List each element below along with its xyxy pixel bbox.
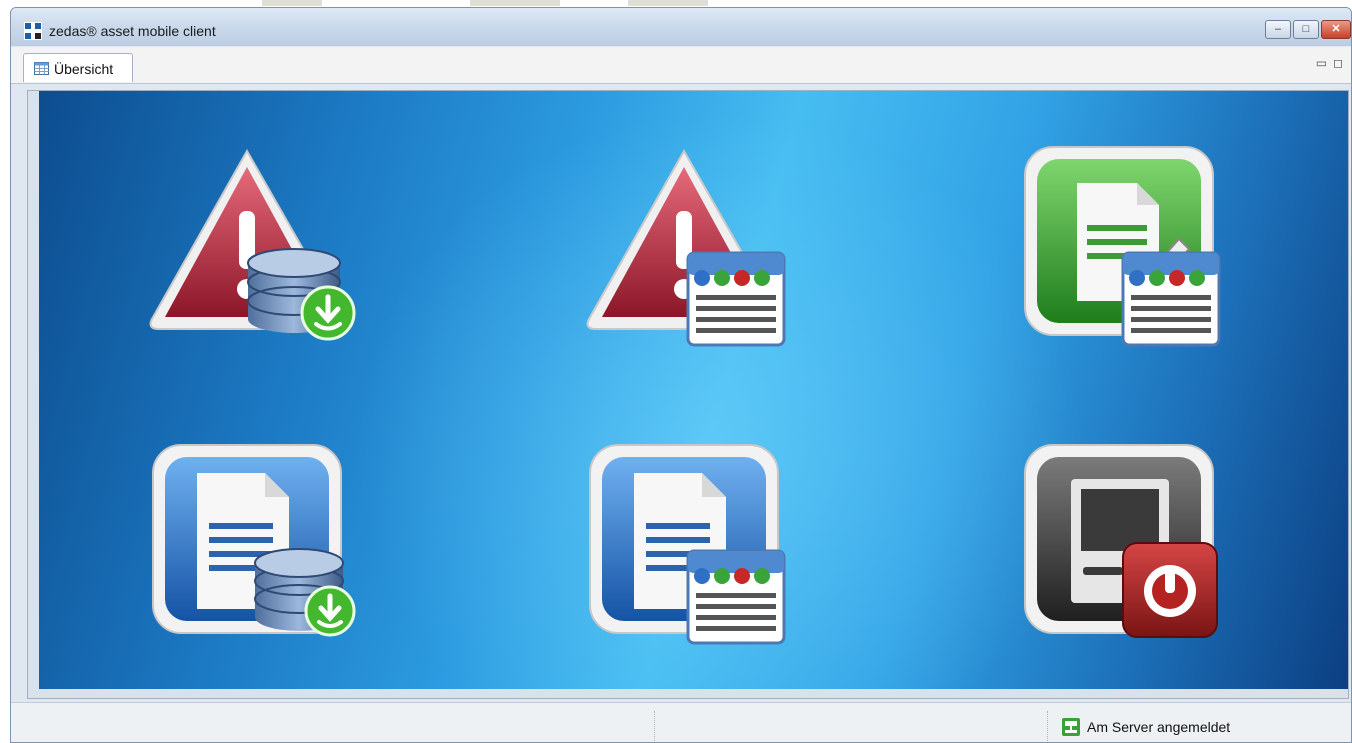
server-connected-icon	[1062, 718, 1080, 736]
status-bar: Am Server angemeldet	[11, 702, 1351, 742]
title-bar[interactable]: zedas® asset mobile client – □ ✕	[11, 8, 1351, 46]
monitor-power-icon	[1024, 444, 1218, 638]
document-table-edit-icon	[589, 444, 786, 645]
app-window: zedas® asset mobile client – □ ✕ Übersic…	[10, 7, 1352, 743]
document-edit-table-icon	[1024, 146, 1221, 347]
tile-document-list[interactable]	[584, 439, 794, 649]
tab-label: Übersicht	[54, 61, 114, 77]
maximize-button[interactable]: □	[1293, 20, 1319, 39]
status-separator	[1047, 711, 1048, 741]
tile-document-download[interactable]	[147, 439, 357, 649]
warning-table-edit-icon	[586, 148, 786, 347]
warning-database-download-icon	[149, 148, 356, 341]
close-button[interactable]: ✕	[1321, 20, 1351, 39]
minimize-button[interactable]: –	[1265, 20, 1291, 39]
tile-logout[interactable]	[1019, 439, 1229, 649]
view-minimize-button[interactable]: ▭	[1316, 56, 1327, 70]
tile-edit-list[interactable]	[1019, 141, 1229, 351]
tab-uebersicht[interactable]: Übersicht	[23, 53, 133, 82]
tile-warning-download[interactable]	[147, 141, 357, 351]
document-database-download-icon	[152, 444, 356, 637]
overview-view	[27, 90, 1349, 699]
tile-panel	[39, 91, 1348, 689]
status-separator	[654, 711, 655, 741]
window-title: zedas® asset mobile client	[49, 23, 216, 39]
tile-warning-list[interactable]	[584, 141, 794, 351]
app-logo-icon	[24, 22, 42, 40]
table-icon	[34, 62, 49, 75]
view-maximize-button[interactable]: ◻	[1333, 56, 1343, 70]
tab-bar: Übersicht ▭ ◻	[11, 47, 1351, 84]
status-text: Am Server angemeldet	[1087, 719, 1231, 735]
